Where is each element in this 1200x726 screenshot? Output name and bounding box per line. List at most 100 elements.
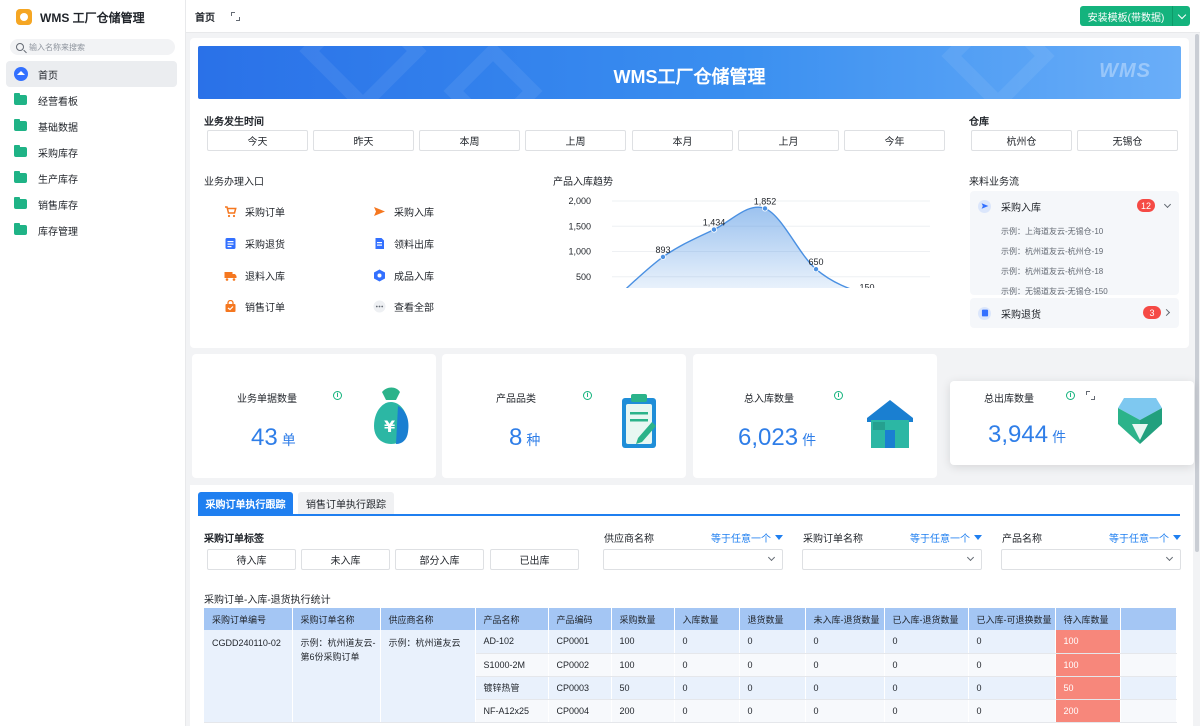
feed-group-purchase-inbound[interactable]: 采购入库 12 示例：上海道友云-无锡仓-10 示例：杭州道友云-杭州仓-19 …: [970, 191, 1179, 295]
sidebar-item-sales-stock[interactable]: 销售库存: [6, 191, 177, 217]
chevron-down-icon[interactable]: [1172, 6, 1190, 26]
stat-number: 43: [251, 424, 278, 451]
tab-sales-tracking[interactable]: 销售订单执行跟踪: [298, 492, 394, 515]
warehouse-option-wuxi[interactable]: 无锡仓: [1077, 130, 1178, 151]
column-header[interactable]: 产品编码: [548, 608, 612, 630]
time-option-yesterday[interactable]: 昨天: [313, 130, 414, 151]
data-point: [812, 266, 819, 273]
entry-material-outbound[interactable]: 领料出库: [373, 236, 434, 251]
time-option-last-month[interactable]: 上月: [738, 130, 839, 151]
feed-group-purchase-return[interactable]: 采购退货 3: [970, 298, 1179, 328]
sidebar-item-label: 基础数据: [38, 122, 78, 134]
truck-icon: [224, 269, 237, 282]
sidebar-item-label: 生产库存: [38, 174, 78, 186]
tag-option-not-inbound[interactable]: 未入库: [301, 549, 390, 570]
sidebar-item-inventory[interactable]: 库存管理: [6, 217, 177, 243]
time-option-today[interactable]: 今天: [207, 130, 308, 151]
expand-icon[interactable]: [1086, 391, 1095, 400]
feed-item[interactable]: 示例：杭州道友云-杭州仓-19: [970, 241, 1179, 261]
info-icon[interactable]: i: [1066, 391, 1075, 400]
column-header[interactable]: 待入库数量: [1055, 608, 1121, 630]
entry-sales-order[interactable]: 销售订单: [224, 299, 285, 314]
chevron-down-icon[interactable]: [1163, 200, 1172, 209]
column-header[interactable]: 供应商名称: [380, 608, 476, 630]
chevron-down-icon: [767, 553, 776, 562]
doc-icon: [978, 306, 991, 320]
sidebar-item-base-data[interactable]: 基础数据: [6, 113, 177, 139]
info-icon[interactable]: i: [333, 391, 342, 400]
entry-purchase-return[interactable]: 采购退货: [224, 236, 285, 251]
feed-group-header[interactable]: 采购入库 12: [970, 191, 1179, 221]
supplier-operator-select[interactable]: 等于任意一个: [711, 530, 783, 545]
entry-label: 成品入库: [394, 272, 434, 283]
table-cell: 0: [805, 630, 885, 654]
sidebar-item-purchase-stock[interactable]: 采购库存: [6, 139, 177, 165]
sidebar-item-production-stock[interactable]: 生产库存: [6, 165, 177, 191]
caret-down-icon: [1173, 535, 1181, 540]
more-icon: [373, 300, 386, 313]
table-cell: 0: [805, 676, 885, 700]
operator-label: 等于任意一个: [711, 534, 771, 545]
column-header[interactable]: 未入库-退货数量: [805, 608, 885, 630]
stat-unit: 单: [281, 432, 296, 448]
supplier-filter-label: 供应商名称: [604, 534, 654, 545]
column-header[interactable]: 已入库-退货数量: [884, 608, 969, 630]
folder-icon: [14, 145, 27, 157]
entry-purchase-inbound[interactable]: 采购入库: [373, 204, 434, 219]
tag-option-partial-inbound[interactable]: 部分入库: [395, 549, 484, 570]
feed-item[interactable]: 示例：无锡道友云-无锡仓-150: [970, 281, 1179, 296]
search-placeholder: 输入名称来搜索: [29, 42, 85, 52]
table-caption: 采购订单-入库-退货执行统计: [204, 595, 331, 606]
entry-return-inbound[interactable]: 退料入库: [224, 268, 285, 283]
supplier-select[interactable]: [603, 549, 783, 570]
entry-finished-inbound[interactable]: 成品入库: [373, 268, 434, 283]
time-option-last-week[interactable]: 上周: [525, 130, 626, 151]
tag-option-pending-inbound[interactable]: 待入库: [207, 549, 296, 570]
install-template-button[interactable]: 安装模板(带数据): [1080, 6, 1172, 26]
table-cell: 0: [968, 630, 1056, 654]
column-header[interactable]: 入库数量: [674, 608, 740, 630]
stat-title: 总入库数量: [744, 394, 794, 405]
inbound-trend-chart-svg: 05001,0001,5002,00032023年07月8932023年08月1…: [568, 196, 942, 317]
info-icon[interactable]: i: [834, 391, 843, 400]
doc-icon: [373, 237, 386, 250]
column-header[interactable]: 已入库-可退换数量: [968, 608, 1056, 630]
time-option-this-month[interactable]: 本月: [632, 130, 733, 151]
entry-view-all[interactable]: 查看全部: [373, 299, 434, 314]
sidebar-item-home[interactable]: 首页: [6, 61, 177, 87]
y-tick-label: 2,000: [568, 196, 591, 206]
info-icon[interactable]: i: [583, 391, 592, 400]
y-tick-label: 1,500: [568, 221, 591, 231]
entries-label: 业务办理入口: [204, 177, 264, 188]
column-header[interactable]: 产品名称: [475, 608, 549, 630]
entry-purchase-order[interactable]: 采购订单: [224, 204, 285, 219]
product-select[interactable]: [1001, 549, 1181, 570]
sidebar-search-input[interactable]: 输入名称来搜索: [10, 39, 175, 55]
home-icon: [14, 67, 28, 81]
table-cell: 0: [884, 653, 969, 677]
app-title: WMS 工厂仓储管理: [40, 10, 145, 25]
column-header[interactable]: 采购订单名称: [292, 608, 381, 630]
sidebar-item-dashboard[interactable]: 经营看板: [6, 87, 177, 113]
tag-option-outbound[interactable]: 已出库: [490, 549, 579, 570]
order-name-select[interactable]: [802, 549, 982, 570]
table-cell-empty: [1120, 676, 1177, 700]
tab-purchase-tracking[interactable]: 采购订单执行跟踪: [198, 492, 293, 515]
product-operator-select[interactable]: 等于任意一个: [1109, 530, 1181, 545]
table-row[interactable]: CGDD240110-02 示例：杭州道友云-第6份采购订单 示例：杭州道友云 …: [204, 630, 1177, 723]
column-header[interactable]: 退货数量: [739, 608, 806, 630]
column-header[interactable]: 采购数量: [611, 608, 675, 630]
time-option-this-year[interactable]: 今年: [844, 130, 945, 151]
order-name-operator-select[interactable]: 等于任意一个: [910, 530, 982, 545]
scrollbar-thumb[interactable]: [1195, 34, 1199, 552]
column-header[interactable]: 采购订单编号: [204, 608, 293, 630]
time-option-this-week[interactable]: 本周: [419, 130, 520, 151]
fullscreen-icon[interactable]: [231, 11, 240, 21]
feed-item[interactable]: 示例：杭州道友云-杭州仓-18: [970, 261, 1179, 281]
warehouse-option-hangzhou[interactable]: 杭州仓: [971, 130, 1072, 151]
chevron-down-icon: [966, 553, 975, 562]
stat-value: 43 单: [251, 424, 296, 452]
clipboard-icon: [622, 394, 656, 448]
feed-item[interactable]: 示例：上海道友云-无锡仓-10: [970, 221, 1179, 241]
chevron-right-icon[interactable]: [1162, 308, 1171, 317]
